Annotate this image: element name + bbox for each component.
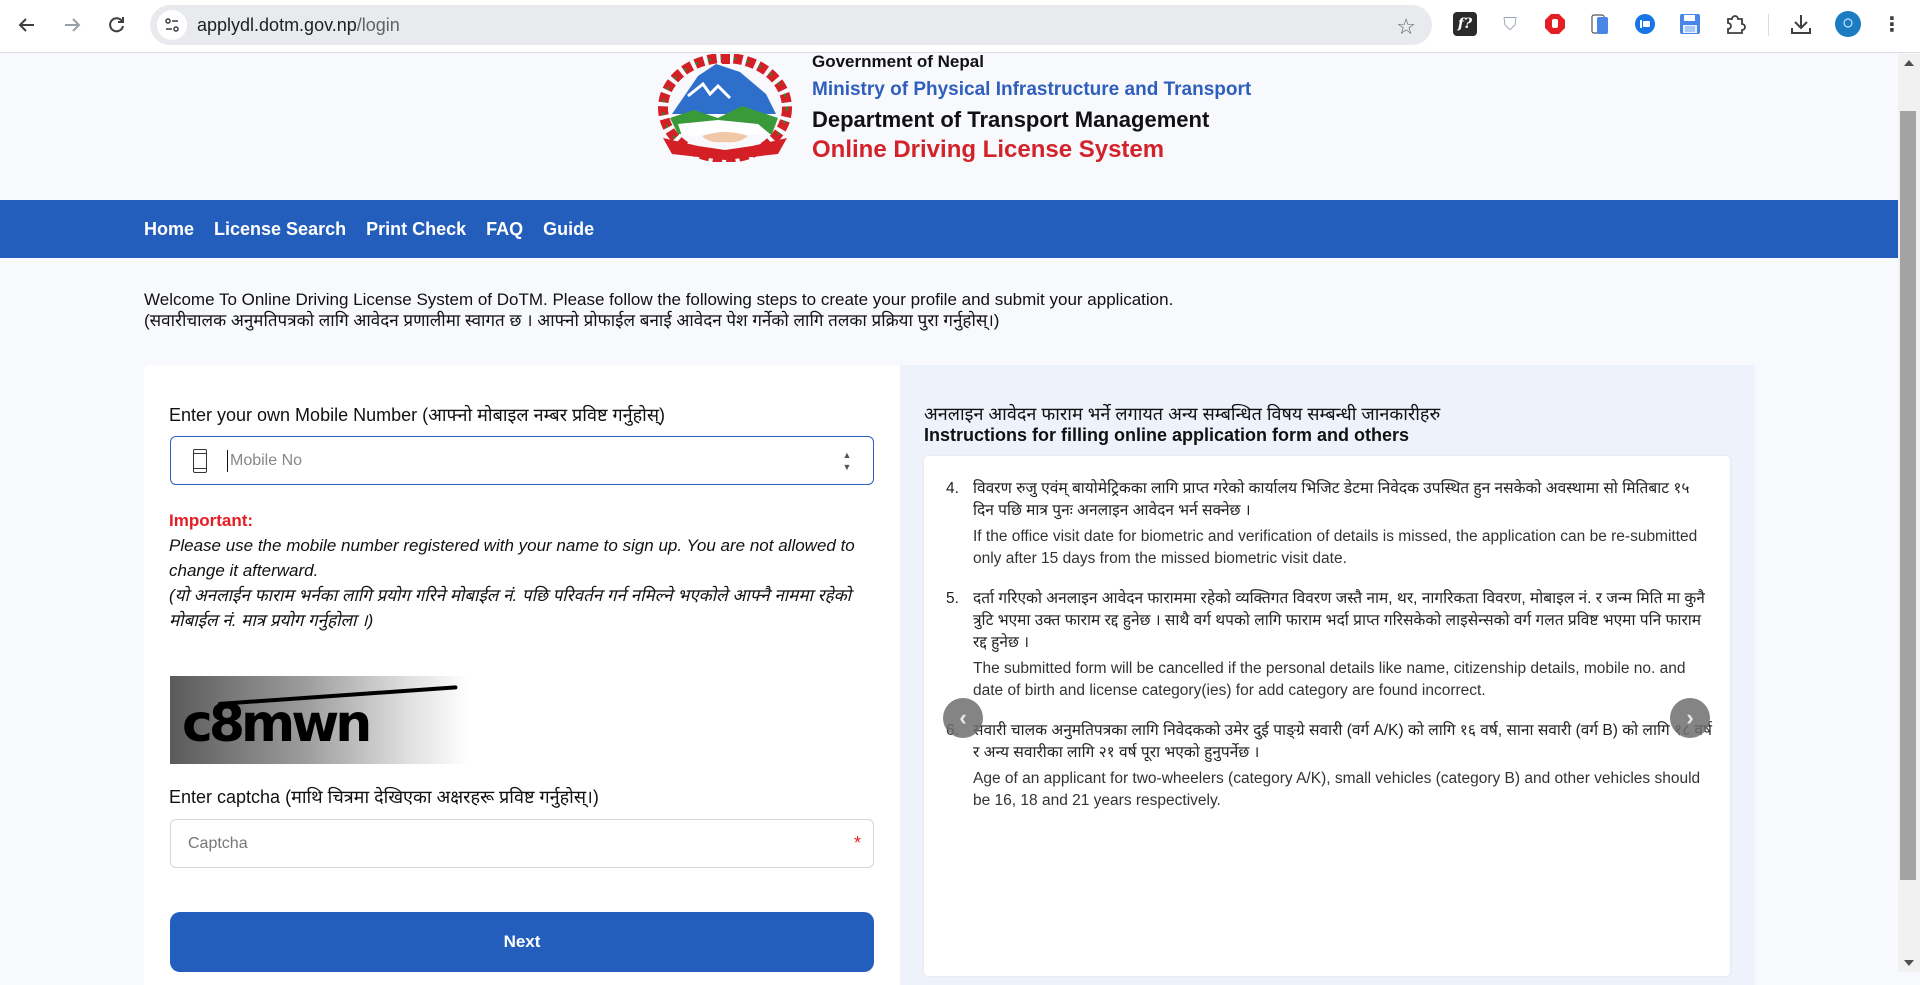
nav-license-search[interactable]: License Search xyxy=(214,219,346,240)
welcome-en: Welcome To Online Driving License System… xyxy=(144,290,1174,309)
url-text[interactable]: applydl.dotm.gov.np/login xyxy=(197,15,400,36)
save-extension-icon[interactable] xyxy=(1678,12,1702,36)
carousel-next-button[interactable]: › xyxy=(1670,698,1710,738)
text-cursor xyxy=(227,449,228,472)
chevron-left-icon: ‹ xyxy=(959,705,967,730)
toolbar-divider xyxy=(1768,14,1769,36)
site-info-button[interactable] xyxy=(157,10,187,40)
address-bar[interactable]: applydl.dotm.gov.np/login ☆ xyxy=(150,5,1432,45)
profile-avatar[interactable] xyxy=(1835,11,1861,37)
instruction-text-np: सवारी चालक अनुमतिपत्रका लागि निवेदकको उम… xyxy=(973,722,1713,761)
instruction-text-en: Age of an applicant for two-wheelers (ca… xyxy=(973,770,1701,809)
browser-menu-icon[interactable]: ⋮ xyxy=(1880,12,1904,36)
important-note: Please use the mobile number registered … xyxy=(169,533,889,633)
instructions-carousel: 4. विवरण रुजु एवंम् बायोमेट्रिकका लागि प… xyxy=(924,456,1730,976)
nav-print-check[interactable]: Print Check xyxy=(366,219,466,240)
important-note-en: Please use the mobile number registered … xyxy=(169,536,855,580)
mobile-field[interactable]: ▲▼ xyxy=(170,436,874,485)
reload-button[interactable] xyxy=(101,9,133,41)
mobile-label: Enter your own Mobile Number (आफ्नो मोबा… xyxy=(169,405,665,425)
nav-faq[interactable]: FAQ xyxy=(486,219,523,240)
spin-up-icon[interactable]: ▲ xyxy=(843,450,852,460)
extensions-puzzle-icon[interactable] xyxy=(1723,12,1747,36)
browser-toolbar: applydl.dotm.gov.np/login ☆ f? ⛉ ⋮ xyxy=(0,0,1920,53)
scroll-down-arrow-icon[interactable] xyxy=(1904,960,1914,966)
page-scrollbar[interactable] xyxy=(1898,54,1920,972)
instruction-text-np: विवरण रुजु एवंम् बायोमेट्रिकका लागि प्रा… xyxy=(973,480,1690,519)
mobile-input[interactable] xyxy=(230,451,790,470)
instruction-item: 4. विवरण रुजु एवंम् बायोमेट्रिकका लागि प… xyxy=(924,478,1730,570)
downloads-icon[interactable] xyxy=(1789,12,1813,36)
system-name: Online Driving License System xyxy=(812,136,1165,163)
url-host: applydl.dotm.gov.np xyxy=(197,14,357,35)
number-spinner[interactable]: ▲ ▼ xyxy=(841,450,853,472)
department-name: Department of Transport Management xyxy=(812,107,1210,132)
adblock-extension-icon[interactable] xyxy=(1543,12,1567,36)
instruction-text-en: The submitted form will be cancelled if … xyxy=(973,660,1686,699)
scroll-thumb[interactable] xyxy=(1900,111,1916,880)
captcha-text: c8mwn xyxy=(182,694,372,754)
important-note-np: (यो अनलाईन फाराम भर्नका लागि प्रयोग गरिन… xyxy=(169,586,852,630)
font-identifier-extension-icon[interactable]: f? xyxy=(1453,12,1477,36)
chevron-right-icon: › xyxy=(1686,705,1694,730)
instruction-item: 6. सवारी चालक अनुमतिपत्रका लागि निवेदकको… xyxy=(924,720,1730,812)
header-text: Government of Nepal Ministry of Physical… xyxy=(812,54,1251,166)
bookmark-star-icon[interactable]: ☆ xyxy=(1396,14,1416,40)
captcha-label: Enter captcha (माथि चित्रमा देखिएका अक्ष… xyxy=(169,787,599,807)
reload-icon xyxy=(109,17,124,33)
mobile-phone-icon xyxy=(193,448,207,473)
ministry-name: Ministry of Physical Infrastructure and … xyxy=(812,79,1252,100)
screencast-extension-icon[interactable] xyxy=(1633,12,1657,36)
instruction-text-np: दर्ता गरिएको अनलाइन आवेदन फाराममा रहेको … xyxy=(973,590,1705,651)
nav-home[interactable]: Home xyxy=(144,219,194,240)
instruction-number: 4. xyxy=(946,480,959,497)
tune-icon xyxy=(165,18,179,32)
main-nav: Home License Search Print Check FAQ Guid… xyxy=(0,200,1898,258)
required-asterisk: * xyxy=(853,833,861,853)
welcome-message: Welcome To Online Driving License System… xyxy=(144,289,1173,331)
instructions-title-en: Instructions for filling online applicat… xyxy=(924,425,1410,445)
arrow-right-icon xyxy=(65,18,81,32)
instruction-item: 5. दर्ता गरिएको अनलाइन आवेदन फाराममा रहे… xyxy=(924,588,1730,702)
tab-extension-icon[interactable] xyxy=(1588,12,1612,36)
forward-button[interactable] xyxy=(56,9,88,41)
instructions-title-np: अनलाइन आवेदन फाराम भर्ने लगायत अन्य सम्ब… xyxy=(924,404,1441,424)
instruction-text-en: If the office visit date for biometric a… xyxy=(973,528,1698,567)
nav-guide[interactable]: Guide xyxy=(543,219,594,240)
government-name: Government of Nepal xyxy=(812,54,984,71)
welcome-np: (सवारीचालक अनुमतिपत्रको लागि आवेदन प्रणा… xyxy=(144,311,1000,330)
nepal-emblem-logo xyxy=(658,54,792,162)
scroll-up-arrow-icon[interactable] xyxy=(1904,60,1914,66)
back-button[interactable] xyxy=(11,9,43,41)
captcha-image: c8mwn xyxy=(170,676,469,764)
instructions-list: 4. विवरण रुजु एवंम् बायोमेट्रिकका लागि प… xyxy=(924,478,1730,830)
arrow-left-icon xyxy=(18,18,34,32)
next-button[interactable]: Next xyxy=(170,912,874,972)
site-header: Government of Nepal Ministry of Physical… xyxy=(0,54,1898,200)
shield-extension-icon[interactable]: ⛉ xyxy=(1498,12,1522,36)
spin-down-icon[interactable]: ▼ xyxy=(843,462,852,472)
captcha-field[interactable]: * xyxy=(170,819,874,868)
captcha-input[interactable] xyxy=(188,834,828,853)
instruction-number: 5. xyxy=(946,590,959,607)
important-label: Important: xyxy=(169,511,254,530)
carousel-prev-button[interactable]: ‹ xyxy=(943,698,983,738)
url-path: /login xyxy=(356,14,400,35)
